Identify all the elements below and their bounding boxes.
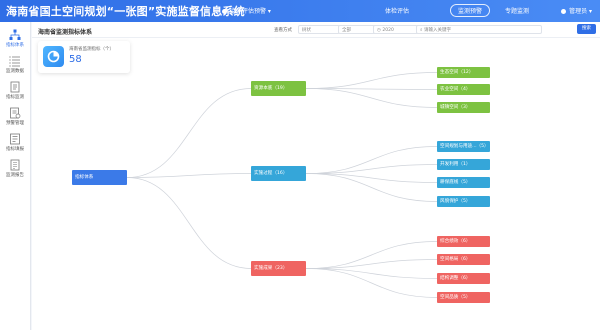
tree-leaf-node[interactable]: 综合绩效（6） — [437, 236, 490, 247]
sidebar: 指标体系 监测数据 指标监测 预警管理 指标填报 监测报告 — [0, 22, 31, 330]
tree-leaf-node[interactable]: 生态空间（12） — [437, 67, 490, 78]
sidebar-item-label: 监测报告 — [6, 173, 24, 178]
tree-leaf-node[interactable]: 城镇空间（3） — [437, 102, 490, 113]
sidebar-item-indicator-monitoring[interactable]: 指标监测 — [0, 78, 30, 104]
nav-tab-monitoring[interactable]: 监测预警 — [450, 4, 491, 17]
sidebar-item-label: 指标监测 — [6, 95, 24, 100]
nav-tab-special[interactable]: 专题监测 — [505, 6, 529, 15]
tree-link — [305, 268, 438, 298]
tree-link — [305, 241, 438, 269]
tree-branch-node[interactable]: 实施过程（16） — [251, 166, 306, 181]
tree-leaf-node[interactable]: 耕保底线（5） — [437, 177, 490, 188]
warning-doc-icon — [10, 107, 21, 119]
nav-tab-evaluation[interactable]: 体检评估 — [385, 6, 409, 15]
tree-link — [305, 259, 438, 269]
tree-link — [305, 72, 438, 89]
document-icon — [10, 81, 20, 93]
sidebar-item-warning[interactable]: 预警管理 — [0, 104, 30, 130]
tree-link — [305, 146, 438, 174]
list-icon — [9, 56, 20, 67]
sidebar-item-indicator-system[interactable]: 指标体系 — [0, 26, 30, 52]
user-name: 管理员 — [569, 8, 588, 15]
report-icon — [10, 159, 20, 171]
system-select-label: 监测评估预警 — [230, 8, 267, 15]
form-icon — [10, 133, 20, 145]
tree-link — [126, 88, 252, 178]
tree-link — [126, 177, 252, 269]
sidebar-item-label: 指标填报 — [6, 147, 24, 152]
main-panel: 海南省监测指标体系 查看方式 树状 全部 ◷ 2020 ⌕ 请输入关键字 搜索 … — [32, 22, 600, 330]
app-title: 海南省国土空间规划“一张图”实施监督信息系统 — [6, 5, 245, 18]
tree-link — [305, 173, 438, 183]
system-select[interactable]: 监测评估预警 ▾ — [222, 6, 271, 15]
tree-link — [305, 88, 438, 108]
sidebar-item-fill-report[interactable]: 指标填报 — [0, 130, 30, 156]
tree-leaf-node[interactable]: 风貌保护（5） — [437, 196, 490, 207]
sidebar-item-monitoring-data[interactable]: 监测数据 — [0, 52, 30, 78]
sidebar-item-label: 预警管理 — [6, 121, 24, 126]
tree-leaf-node[interactable]: 开发利用（1） — [437, 159, 490, 170]
tree-root-node[interactable]: 指标体系 — [72, 170, 127, 185]
location-icon — [222, 9, 227, 14]
tree-branch-node[interactable]: 资源本底（19） — [251, 81, 306, 96]
avatar — [561, 9, 567, 14]
user-menu[interactable]: 管理员 ▾ — [561, 6, 592, 15]
sidebar-item-label: 监测数据 — [6, 69, 24, 74]
tree-link — [305, 268, 438, 279]
tree-branch-node[interactable]: 实施成果（23） — [251, 261, 306, 276]
sidebar-item-label: 指标体系 — [6, 43, 24, 48]
sidebar-item-report[interactable]: 监测报告 — [0, 156, 30, 182]
tree-leaf-node[interactable]: 空间品质（5） — [437, 292, 490, 303]
tree-link — [305, 164, 438, 174]
tree-leaf-node[interactable]: 空间格局（6） — [437, 254, 490, 265]
tree-leaf-node[interactable]: 农业空间（4） — [437, 84, 490, 95]
top-bar: 海南省国土空间规划“一张图”实施监督信息系统 监测评估预警 ▾ 体检评估 监测预… — [0, 0, 600, 22]
tree-leaf-node[interactable]: 空间规划与用途...（5） — [437, 141, 490, 152]
tree-leaf-node[interactable]: 结构调整（6） — [437, 273, 490, 284]
org-tree-icon — [9, 29, 21, 40]
